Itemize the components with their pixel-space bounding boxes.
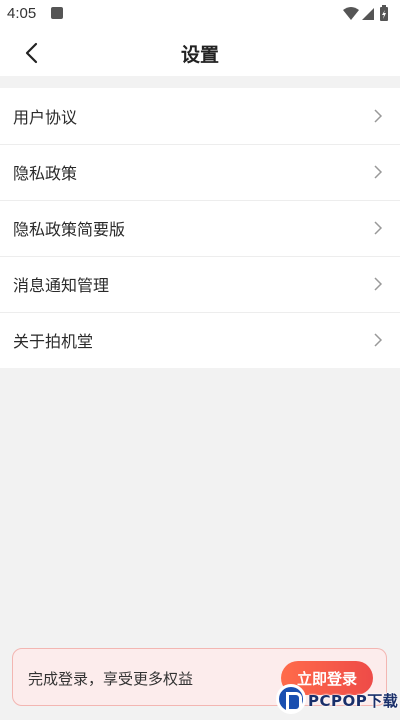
menu-item-label: 消息通知管理 [13, 276, 110, 295]
chevron-right-icon [374, 277, 383, 291]
watermark-text: PCPOP下载 [308, 692, 399, 710]
menu-item-label: 隐私政策 [13, 164, 78, 183]
menu-item-label: 隐私政策简要版 [13, 220, 126, 239]
battery-icon [380, 5, 388, 21]
chevron-right-icon [374, 165, 383, 179]
watermark-logo-icon [276, 684, 306, 714]
status-time: 4:05 [7, 5, 37, 22]
menu-item-label: 用户协议 [13, 108, 78, 127]
chevron-right-icon [374, 333, 383, 347]
menu-item-notification-settings[interactable]: 消息通知管理 [0, 256, 400, 312]
chevron-right-icon [374, 221, 383, 235]
status-bar: 4:05 [0, 0, 400, 28]
page-title: 设置 [180, 44, 219, 66]
login-prompt-text: 完成登录，享受更多权益 [28, 670, 194, 688]
app-header: 设置 [0, 28, 400, 76]
menu-item-label: 关于拍机堂 [13, 332, 94, 351]
signal-icon [362, 8, 374, 20]
watermark: PCPOP下载 [276, 684, 400, 720]
menu-item-privacy-summary[interactable]: 隐私政策简要版 [0, 200, 400, 256]
menu-item-privacy-policy[interactable]: 隐私政策 [0, 144, 400, 200]
menu-item-about[interactable]: 关于拍机堂 [0, 312, 400, 368]
menu-item-user-agreement[interactable]: 用户协议 [0, 88, 400, 144]
chevron-right-icon [374, 109, 383, 123]
wifi-icon [343, 7, 359, 20]
android-notification-icon [51, 7, 63, 19]
settings-menu: 用户协议 隐私政策 隐私政策简要版 消息通知管理 关于拍机堂 [0, 88, 400, 368]
status-icons [342, 5, 392, 23]
